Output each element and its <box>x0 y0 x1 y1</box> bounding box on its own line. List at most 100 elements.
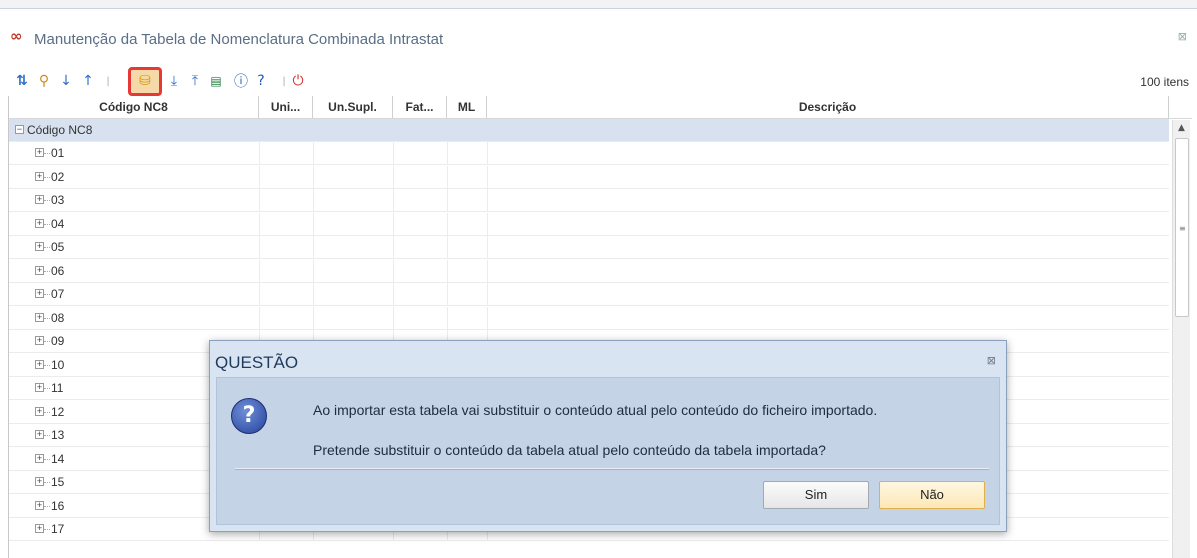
expand-icon[interactable]: + <box>35 406 44 416</box>
expand-icon[interactable]: + <box>35 312 44 322</box>
yes-button[interactable]: Sim <box>763 481 869 509</box>
info-icon[interactable]: ⓘ <box>233 73 249 90</box>
database-import-icon[interactable]: ⛁ <box>137 73 153 89</box>
expand-icon[interactable]: + <box>35 430 44 439</box>
dialog-separator <box>235 468 989 470</box>
cell-divider <box>312 306 314 330</box>
tree-connector <box>44 388 50 389</box>
search-icon[interactable]: ⚲ <box>36 73 52 89</box>
collapse-icon[interactable]: − <box>15 125 24 134</box>
tree-connector <box>44 317 50 319</box>
expand-icon[interactable]: + <box>35 336 44 345</box>
cell-divider <box>312 212 314 236</box>
tree-connector <box>44 411 50 413</box>
nc8-code-label: 13 <box>51 428 65 442</box>
col-header-codigo[interactable]: Código NC8 <box>9 96 259 118</box>
expand-icon[interactable]: + <box>35 453 44 463</box>
tree-root-row[interactable]: − Código NC8 <box>9 119 1169 142</box>
arrow-down-icon[interactable]: ↓ <box>58 73 74 89</box>
expand-icon[interactable]: + <box>35 289 44 298</box>
cell-divider <box>446 306 448 330</box>
cell-divider <box>446 212 448 236</box>
vertical-scrollbar[interactable]: ▲ ≡ <box>1172 120 1190 558</box>
download-icon[interactable]: ⤓ <box>166 73 182 89</box>
expand-icon[interactable]: + <box>35 171 44 181</box>
dialog-message-2: Pretende substituir o conteúdo da tabela… <box>313 442 826 458</box>
col-header-descricao[interactable]: Descrição <box>487 96 1169 118</box>
cell-divider <box>392 212 394 236</box>
sort-icon[interactable]: ⇅ <box>14 73 30 89</box>
expand-icon[interactable]: + <box>35 383 44 392</box>
scroll-up-arrow-icon[interactable]: ▲ <box>1173 120 1190 137</box>
nc8-code-label: 11 <box>51 381 64 395</box>
tree-connector <box>44 435 50 436</box>
expand-icon[interactable]: + <box>35 500 44 510</box>
tree-root-label: Código NC8 <box>27 123 93 137</box>
nc8-code-label: 10 <box>51 357 65 372</box>
window-titlebar: ∞ Manutenção da Tabela de Nomenclatura C… <box>0 9 1197 59</box>
col-header-unsupl[interactable]: Un.Supl. <box>313 96 393 118</box>
upload-icon[interactable]: ⤒ <box>187 73 203 89</box>
tree-connector <box>44 458 50 460</box>
col-header-fator[interactable]: Fat... <box>393 96 447 118</box>
cell-divider <box>446 189 448 212</box>
no-button[interactable]: Não <box>879 481 985 509</box>
nc8-code-label: 12 <box>51 404 65 419</box>
tree-connector <box>44 247 50 248</box>
table-row[interactable]: +01 <box>9 142 1169 165</box>
scrollbar-thumb[interactable]: ≡ <box>1175 138 1189 317</box>
nc8-code-label: 17 <box>51 522 65 536</box>
table-row[interactable]: +06 <box>9 259 1169 283</box>
col-header-unidade[interactable]: Uni... <box>259 96 313 118</box>
table-row[interactable]: +02 <box>9 165 1169 189</box>
expand-icon[interactable]: + <box>35 359 44 369</box>
expand-icon[interactable]: + <box>35 218 44 228</box>
cell-divider <box>258 236 260 259</box>
background-menu-strip <box>0 0 1197 8</box>
cell-divider <box>446 283 448 306</box>
cell-divider <box>258 259 260 283</box>
expand-icon[interactable]: + <box>35 477 44 486</box>
cell-divider <box>486 236 488 259</box>
expand-icon[interactable]: + <box>35 242 44 251</box>
power-icon[interactable]: ⏻ <box>290 73 306 89</box>
cell-divider <box>312 259 314 283</box>
dialog-close-icon[interactable]: ⊠ <box>987 354 996 367</box>
cell-divider <box>258 283 260 306</box>
nc8-code-label: 14 <box>51 451 65 466</box>
tree-connector <box>44 364 50 366</box>
cell-divider <box>446 165 448 189</box>
table-row[interactable]: +05 <box>9 236 1169 259</box>
item-count: 100 itens <box>1140 75 1189 89</box>
nc8-code-label: 15 <box>51 475 65 489</box>
cell-divider <box>392 259 394 283</box>
grid-header: Código NC8 Uni... Un.Supl. Fat... ML Des… <box>9 96 1192 119</box>
dialog-message-1: Ao importar esta tabela vai substituir o… <box>313 402 878 418</box>
cell-divider <box>312 236 314 259</box>
dialog-title: QUESTÃO <box>215 353 299 372</box>
cell-divider <box>486 306 488 330</box>
cell-divider <box>312 165 314 189</box>
tree-connector <box>44 341 50 342</box>
cell-divider <box>446 142 448 165</box>
cell-divider <box>392 189 394 212</box>
window-close-icon[interactable]: ⊠ <box>1178 30 1187 43</box>
dialog-body: ? Ao importar esta tabela vai substituir… <box>216 377 1000 525</box>
expand-icon[interactable]: + <box>35 265 44 275</box>
table-row[interactable]: +08 <box>9 306 1169 330</box>
table-row[interactable]: +03 <box>9 189 1169 212</box>
col-header-ml[interactable]: ML <box>447 96 487 118</box>
tree-connector <box>44 294 50 295</box>
table-row[interactable]: +07 <box>9 283 1169 306</box>
arrow-up-icon[interactable]: ↑ <box>80 73 96 89</box>
expand-icon[interactable]: + <box>35 524 44 533</box>
table-row[interactable]: +04 <box>9 212 1169 236</box>
cell-divider <box>258 165 260 189</box>
cell-divider <box>446 236 448 259</box>
cell-divider <box>486 189 488 212</box>
help-icon[interactable]: ? <box>253 73 269 89</box>
expand-icon[interactable]: + <box>35 148 44 157</box>
excel-icon[interactable]: ▤ <box>208 73 224 89</box>
cell-divider <box>392 165 394 189</box>
expand-icon[interactable]: + <box>35 195 44 204</box>
